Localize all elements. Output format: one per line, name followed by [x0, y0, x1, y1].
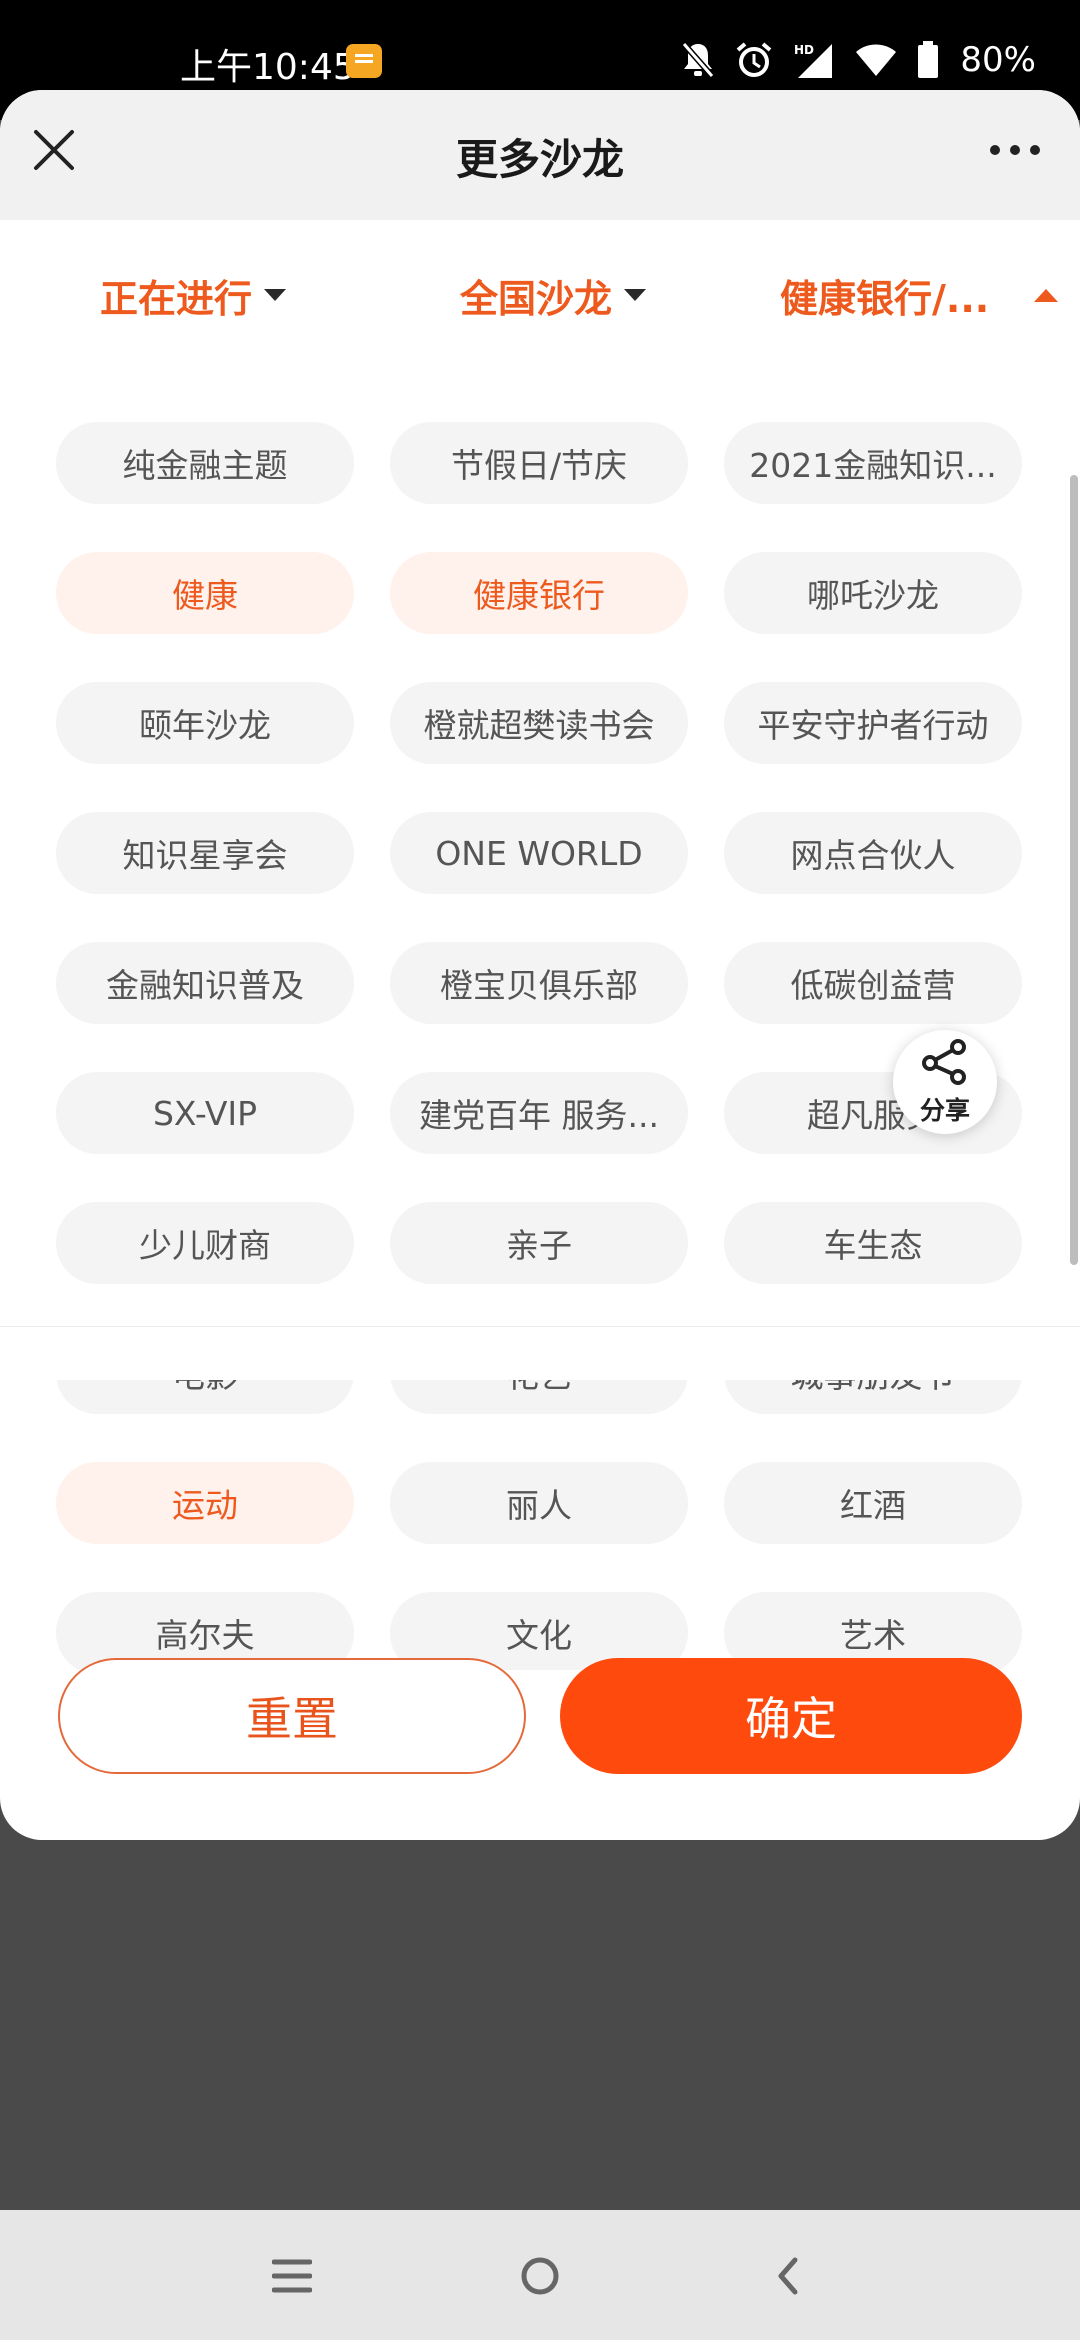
- status-time: 上午10:45: [180, 47, 356, 88]
- caret-down-icon: [264, 289, 287, 301]
- page-title: 更多沙龙: [455, 135, 624, 184]
- tag-chip[interactable]: 健康: [56, 552, 354, 634]
- tag-chip-label: 平安守护者行动: [757, 706, 989, 745]
- tag-chip-label: 金融知识普及: [106, 966, 304, 1005]
- more-dots-icon: [990, 145, 1040, 155]
- bell-muted-icon: [680, 40, 716, 80]
- tag-chip[interactable]: 哪吒沙龙: [724, 552, 1022, 634]
- tag-chip-label: 节假日/节庆: [450, 446, 628, 485]
- nav-back-button[interactable]: [758, 2246, 818, 2306]
- tag-chip[interactable]: SX-VIP: [56, 1072, 354, 1154]
- menu-icon: [272, 2259, 312, 2293]
- tag-chip-label: 2021金融知识...: [749, 446, 997, 485]
- screen: 上午10:45 HD 80% 更多沙龙 正在进行 全国沙龙 健康银行/... 纯…: [0, 0, 1080, 2340]
- home-circle-icon: [521, 2257, 559, 2295]
- tag-chip[interactable]: 橙就超樊读书会: [390, 682, 688, 764]
- tag-chip-label: 亲子: [506, 1226, 572, 1265]
- tag-chip[interactable]: 节假日/节庆: [390, 422, 688, 504]
- wifi-icon: [854, 42, 898, 78]
- tag-chip-label: 健康银行: [473, 576, 605, 615]
- tag-chip[interactable]: 丽人: [390, 1462, 688, 1544]
- tag-chip[interactable]: 网点合伙人: [724, 812, 1022, 894]
- tag-chip[interactable]: 低碳创益营: [724, 942, 1022, 1024]
- title-bar: 更多沙龙: [0, 90, 1080, 220]
- caret-up-icon: [1034, 288, 1058, 302]
- tag-chip-label: 橙就超樊读书会: [423, 706, 655, 745]
- message-notification-icon: [346, 44, 382, 78]
- back-chevron-icon: [778, 2257, 798, 2295]
- salon-filter-sheet: 更多沙龙 正在进行 全国沙龙 健康银行/... 纯金融主题 节假日/节庆 2021金…: [0, 90, 1080, 1840]
- tag-chip-label: 建党百年 服务...: [419, 1096, 659, 1135]
- list-divider: [0, 1326, 1080, 1380]
- tag-chip-label: 颐年沙龙: [139, 706, 271, 745]
- tag-chip-label: 文化: [506, 1616, 572, 1655]
- more-options-button[interactable]: [980, 130, 1050, 170]
- tag-chip-label: 低碳创益营: [790, 966, 956, 1005]
- tag-grid: 纯金融主题 节假日/节庆 2021金融知识... 健康 健康银行 哪吒沙龙颐年沙龙 橙就超樊…: [56, 422, 1026, 1670]
- tag-chip[interactable]: 2021金融知识...: [724, 422, 1022, 504]
- tag-chip[interactable]: 红酒: [724, 1462, 1022, 1544]
- tag-chip-label: 艺术: [840, 1616, 906, 1655]
- tag-chip-label: ONE WORLD: [435, 833, 643, 873]
- filter-status-label: 正在进行: [100, 276, 253, 321]
- scrollbar[interactable]: [1070, 475, 1078, 1265]
- tag-chip[interactable]: 知识星享会: [56, 812, 354, 894]
- share-icon: [922, 1039, 966, 1085]
- nav-home-button[interactable]: [510, 2246, 570, 2306]
- tag-scroll-area[interactable]: 纯金融主题 节假日/节庆 2021金融知识... 健康 健康银行 哪吒沙龙颐年沙龙 橙就超樊…: [0, 380, 1080, 1670]
- tag-chip-label: 红酒: [840, 1486, 906, 1525]
- system-nav-bar: [0, 2210, 1080, 2340]
- svg-text:HD: HD: [794, 43, 814, 57]
- tag-chip[interactable]: 建党百年 服务...: [390, 1072, 688, 1154]
- tag-chip[interactable]: 颐年沙龙: [56, 682, 354, 764]
- tag-chip-label: 哪吒沙龙: [807, 576, 939, 615]
- battery-percent: 80%: [960, 40, 1036, 80]
- filter-region-dropdown[interactable]: 全国沙龙: [460, 255, 647, 335]
- tag-chip-label: 高尔夫: [155, 1616, 255, 1655]
- caret-down-icon: [624, 289, 647, 301]
- tag-chip[interactable]: 运动: [56, 1462, 354, 1544]
- alarm-icon: [734, 40, 774, 80]
- tag-chip[interactable]: 金融知识普及: [56, 942, 354, 1024]
- tag-chip-label: 运动: [172, 1486, 238, 1525]
- share-label: 分享: [919, 1096, 970, 1125]
- reset-button[interactable]: 重置: [58, 1658, 526, 1774]
- filter-category-label: 健康银行/...: [780, 276, 990, 321]
- tag-chip[interactable]: 少儿财商: [56, 1202, 354, 1284]
- tag-chip-label: 丽人: [506, 1486, 572, 1525]
- tag-chip[interactable]: 亲子: [390, 1202, 688, 1284]
- tag-chip[interactable]: 橙宝贝俱乐部: [390, 942, 688, 1024]
- tag-chip-label: 知识星享会: [122, 836, 288, 875]
- tag-chip-label: 车生态: [823, 1226, 923, 1265]
- nav-menu-button[interactable]: [262, 2246, 322, 2306]
- tag-chip[interactable]: 健康银行: [390, 552, 688, 634]
- signal-hd-icon: HD: [792, 40, 836, 80]
- tag-chip-label: 健康: [172, 576, 238, 615]
- filter-category-collapse[interactable]: [1034, 255, 1058, 335]
- share-button[interactable]: 分享: [893, 1030, 997, 1134]
- filter-row: 正在进行 全国沙龙 健康银行/...: [0, 255, 1080, 335]
- tag-chip-label: 橙宝贝俱乐部: [440, 966, 638, 1005]
- tag-chip-label: 少儿财商: [139, 1226, 271, 1265]
- status-icons: HD 80%: [680, 36, 1036, 84]
- filter-status-dropdown[interactable]: 正在进行: [100, 255, 287, 335]
- confirm-button[interactable]: 确定: [560, 1658, 1022, 1774]
- tag-chip-label: 纯金融主题: [122, 446, 288, 485]
- filter-region-label: 全国沙龙: [460, 276, 613, 321]
- tag-chip[interactable]: 平安守护者行动: [724, 682, 1022, 764]
- tag-chip-label: 网点合伙人: [790, 836, 956, 875]
- tag-chip[interactable]: ONE WORLD: [390, 812, 688, 894]
- tag-chip[interactable]: 纯金融主题: [56, 422, 354, 504]
- tag-chip-label: SX-VIP: [152, 1093, 258, 1133]
- battery-icon: [916, 40, 940, 80]
- tag-chip[interactable]: 车生态: [724, 1202, 1022, 1284]
- filter-category-dropdown[interactable]: 健康银行/...: [780, 255, 989, 335]
